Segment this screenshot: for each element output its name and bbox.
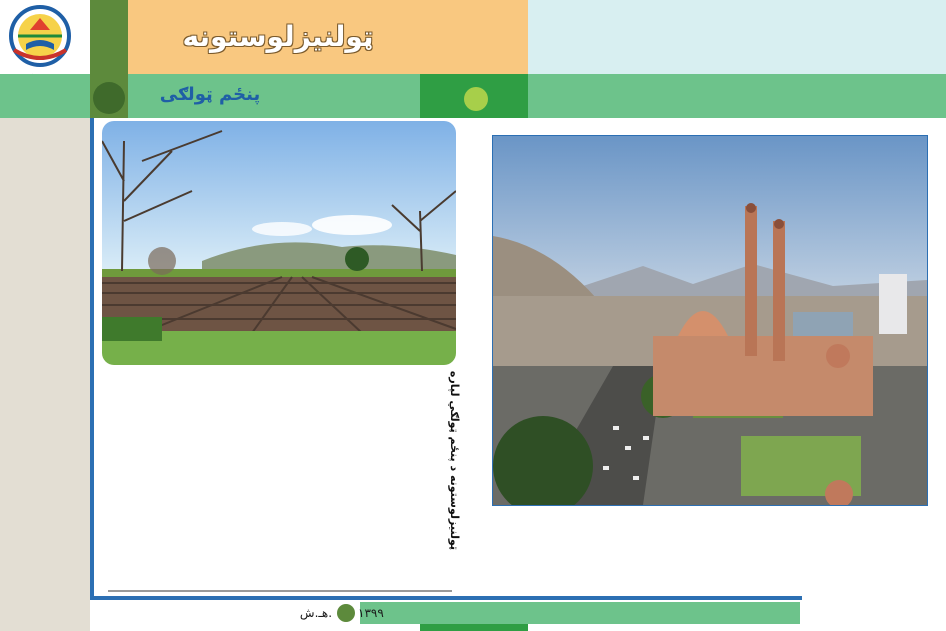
footer-circle: [337, 604, 355, 622]
vertical-caption-box: ټولنیزلوستونه د پنځم ټولګي لپاره: [448, 280, 489, 550]
frame-bottom-rule: [90, 596, 802, 600]
footer-band: [360, 602, 800, 624]
lesson-title: پنځم ټولګی: [159, 84, 261, 105]
header-sky-band: [528, 0, 946, 74]
bottom-gray-rule: [108, 590, 452, 592]
frame-left-rule: [90, 118, 94, 600]
footer-year: ۱۳۹۹: [358, 606, 384, 620]
left-margin-strip: [0, 118, 90, 631]
band-circle-center: [464, 87, 488, 111]
footer-bar: [420, 624, 528, 631]
footer-era: هـ.ش.: [299, 606, 333, 620]
ministry-logo: [9, 5, 71, 67]
vertical-caption: ټولنیزلوستونه د پنځم ټولګي لپاره: [448, 370, 461, 550]
header-dark-column: [90, 0, 128, 74]
logo-box: [0, 0, 90, 74]
field-photo: [102, 121, 456, 365]
page-title: ټولنیزلوستونه: [182, 20, 374, 53]
band-circle-left: [93, 82, 125, 114]
city-photo: [492, 135, 928, 506]
